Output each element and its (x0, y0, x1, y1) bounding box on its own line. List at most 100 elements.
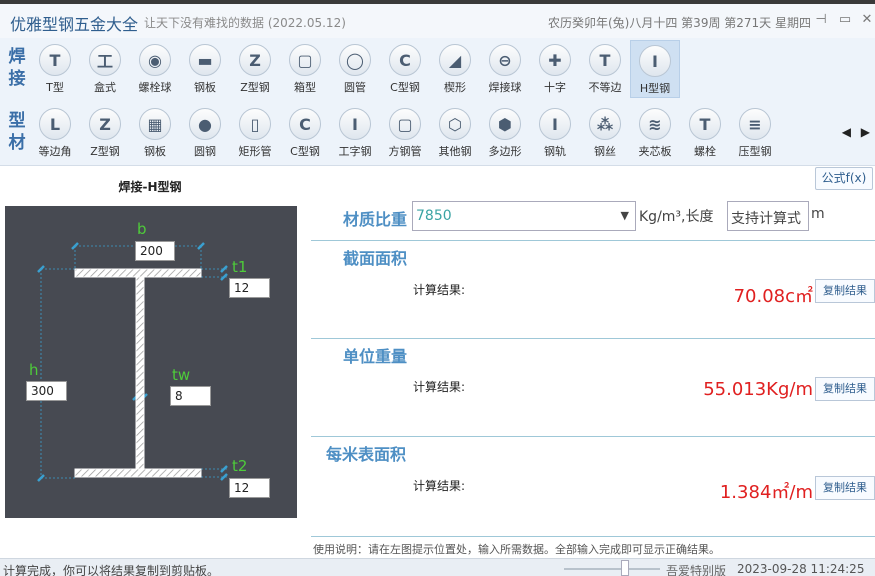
shape-icon: T (589, 44, 621, 76)
toolbar-item-row1-10[interactable]: ✚ 十字 (530, 40, 580, 98)
zoom-slider-track[interactable] (564, 568, 660, 570)
toolbar-item-row2-13[interactable]: T 螺栓 (680, 104, 730, 162)
toolbar-item-row1-6[interactable]: ◯ 圆管 (330, 40, 380, 98)
copy-weight-button[interactable]: 复制结果 (815, 377, 875, 401)
b-input[interactable]: 200 (135, 241, 175, 261)
shape-icon: I (539, 108, 571, 140)
shape-icon: ▦ (139, 108, 171, 140)
length-input[interactable]: 支持计算式 (727, 201, 809, 231)
shape-icon: ● (189, 108, 221, 140)
toolbar-item-label: 楔形 (444, 81, 466, 94)
shape-icon: ✚ (539, 44, 571, 76)
weight-calc-label: 计算结果: (413, 380, 466, 394)
toolbar-item-row1-5[interactable]: ▢ 箱型 (280, 40, 330, 98)
label-h: h (29, 361, 39, 379)
toolbar-item-label: C型钢 (290, 145, 320, 158)
separator (311, 436, 875, 437)
separator (311, 240, 875, 241)
toolbar-item-label: 箱型 (294, 81, 316, 94)
toolbar-item-row2-4[interactable]: ▯ 矩形管 (230, 104, 280, 162)
section-area-title: 截面面积 (343, 249, 408, 268)
toolbar-item-label: 等边角 (38, 145, 72, 158)
toolbar-item-label: 矩形管 (238, 145, 272, 158)
toolbar-item-row1-9[interactable]: ⊖ 焊接球 (480, 40, 530, 98)
copy-surface-button[interactable]: 复制结果 (815, 476, 875, 500)
toolbar-item-label: 夹芯板 (638, 145, 672, 158)
toolbar-item-row2-7[interactable]: ▢ 方钢管 (380, 104, 430, 162)
t1-input[interactable]: 12 (229, 278, 270, 298)
shape-icon: Z (89, 108, 121, 140)
toolbar-item-label: 钢板 (144, 145, 166, 158)
tw-input[interactable]: 8 (170, 386, 211, 406)
toolbar-item-row2-10[interactable]: I 钢轨 (530, 104, 580, 162)
zoom-slider-thumb[interactable] (621, 560, 629, 576)
toolbar-item-row2-0[interactable]: L 等边角 (30, 104, 80, 162)
toolbar-item-row1-12[interactable]: I H型钢 (630, 40, 680, 98)
date-info: 农历癸卯年(兔)八月十四 第39周 第271天 星期四 (548, 16, 811, 30)
shape-icon: C (289, 108, 321, 140)
app-title: 优雅型钢五金大全 (10, 15, 139, 34)
toolbar-item-row1-3[interactable]: ▬ 钢板 (180, 40, 230, 98)
toolbar-item-label: 圆钢 (194, 145, 216, 158)
shape-icon: ⬢ (489, 108, 521, 140)
pin-icon[interactable]: ⊣ (813, 12, 829, 28)
toolbar-item-label: Z型钢 (240, 81, 270, 94)
toolbar-item-row2-5[interactable]: C C型钢 (280, 104, 330, 162)
toolbar-item-row2-14[interactable]: ≡ 压型钢 (730, 104, 780, 162)
shape-icon: L (39, 108, 71, 140)
shape-icon: ▢ (389, 108, 421, 140)
toolbar-item-row2-9[interactable]: ⬢ 多边形 (480, 104, 530, 162)
shape-icon: 工 (89, 44, 121, 76)
weight-result: 55.013Kg/m (703, 379, 813, 400)
minimize-icon[interactable]: ▭ (837, 12, 853, 28)
toolbar-item-row2-2[interactable]: ▦ 钢板 (130, 104, 180, 162)
toolbar-item-label: 钢板 (194, 81, 216, 94)
shape-icon: I (339, 108, 371, 140)
density-select[interactable]: 7850 ▼ (412, 201, 636, 231)
toolbar-nav-arrows[interactable]: ◀ ▶ (842, 125, 873, 139)
status-bar: 计算完成，你可以将结果复制到剪贴板。 吾爱特别版 2023-09-28 11:2… (0, 558, 875, 576)
toolbar-item-row2-6[interactable]: I 工字钢 (330, 104, 380, 162)
shape-icon: Z (239, 44, 271, 76)
label-t1: t1 (232, 258, 248, 276)
area-result: 70.08c㎡ (733, 286, 813, 307)
label-tw: tw (172, 366, 191, 384)
toolbar-item-row1-4[interactable]: Z Z型钢 (230, 40, 280, 98)
toolbar-item-row1-7[interactable]: C C型钢 (380, 40, 430, 98)
toolbar-item-row1-2[interactable]: ◉ 螺栓球 (130, 40, 180, 98)
toolbar-item-row1-11[interactable]: T 不等边 (580, 40, 630, 98)
toolbar-item-label: 圆管 (344, 81, 366, 94)
toolbar-item-label: 盒式 (94, 81, 116, 94)
chevron-down-icon[interactable]: ▼ (621, 209, 629, 222)
toolbar-item-label: 多边形 (488, 145, 522, 158)
close-icon[interactable]: ✕ (859, 12, 875, 28)
row-label-weld-b: 接 (8, 69, 26, 89)
toolbar-item-row2-8[interactable]: ⬡ 其他钢 (430, 104, 480, 162)
toolbar-item-label: 螺栓 (694, 145, 716, 158)
shape-icon: ▢ (289, 44, 321, 76)
toolbar-item-row2-11[interactable]: ⁂ 钢丝 (580, 104, 630, 162)
toolbar-item-row2-1[interactable]: Z Z型钢 (80, 104, 130, 162)
top-flange (74, 268, 202, 278)
shape-icon: ⁂ (589, 108, 621, 140)
row-label-profile-a: 型 (8, 111, 26, 131)
app-subtitle: 让天下没有难找的数据 (2022.05.12) (144, 16, 346, 30)
copy-area-button[interactable]: 复制结果 (815, 279, 875, 303)
toolbar-item-label: 焊接球 (488, 81, 522, 94)
density-value: 7850 (416, 208, 452, 224)
row-label-profile-b: 材 (8, 133, 26, 153)
toolbar-item-row2-12[interactable]: ≋ 夹芯板 (630, 104, 680, 162)
toolbar-item-row2-3[interactable]: ● 圆钢 (180, 104, 230, 162)
h-input[interactable]: 300 (26, 381, 67, 401)
toolbar-item-row1-8[interactable]: ◢ 楔形 (430, 40, 480, 98)
shape-icon: ⊖ (489, 44, 521, 76)
toolbar-item-row1-1[interactable]: 工盒式 (80, 40, 130, 98)
row-label-weld: 焊 接 (7, 46, 27, 90)
toolbar-item-row1-0[interactable]: T T型 (30, 40, 80, 98)
t2-input[interactable]: 12 (229, 478, 270, 498)
toolbar-item-label: 螺栓球 (138, 81, 172, 94)
toolbar-item-label: T型 (46, 81, 64, 94)
formula-button[interactable]: 公式f(x) (815, 167, 873, 190)
density-label: 材质比重 (343, 210, 408, 229)
toolbar-item-label: H型钢 (639, 82, 671, 95)
